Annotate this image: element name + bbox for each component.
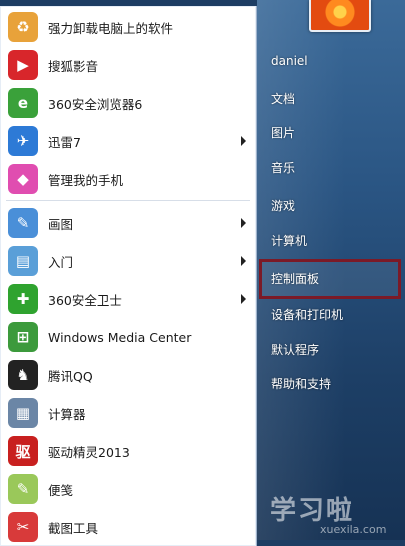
program-item[interactable]: ◆ 管理我的手机	[0, 160, 256, 198]
sohu-video-icon: ▶	[8, 50, 38, 80]
program-label: 入门	[48, 254, 74, 270]
program-item[interactable]: ✈ 迅雷7	[0, 122, 256, 160]
program-item[interactable]: e 360安全浏览器6	[0, 84, 256, 122]
watermark-main: 学习啦	[270, 496, 355, 526]
right-item[interactable]: 游戏	[271, 197, 295, 214]
right-item[interactable]: 计算机	[271, 232, 307, 249]
program-item[interactable]: ⊞ Windows Media Center	[0, 318, 256, 356]
xunlei-icon: ✈	[8, 126, 38, 156]
program-label: Windows Media Center	[48, 329, 192, 345]
program-list: ♻ 强力卸载电脑上的软件 ▶ 搜狐影音 e 360安全浏览器6 ✈ 迅雷7 ◆ 管理我的手机 ✎ 画图…	[0, 6, 257, 546]
divider	[6, 200, 250, 201]
snipping-tool-icon: ✂	[8, 512, 38, 542]
program-label: 驱动精灵2013	[48, 444, 130, 460]
right-item[interactable]: 文档	[271, 90, 295, 107]
media-center-icon: ⊞	[8, 322, 38, 352]
program-item[interactable]: 驱驱动精灵2013	[0, 432, 256, 470]
right-item[interactable]: 音乐	[271, 159, 295, 176]
sticky-notes-icon: ✎	[8, 474, 38, 504]
submenu-arrow-icon[interactable]	[241, 256, 246, 266]
program-item[interactable]: ▶ 搜狐影音	[0, 46, 256, 84]
uninstall-icon: ♻	[8, 12, 38, 42]
program-label: 腾讯QQ	[48, 368, 93, 384]
program-label: 强力卸载电脑上的软件	[48, 20, 174, 36]
getting-started-icon: ▤	[8, 246, 38, 276]
program-label: 便笺	[48, 482, 74, 498]
program-label: 画图	[48, 216, 74, 232]
program-item[interactable]: ✚ 360安全卫士	[0, 280, 256, 318]
submenu-arrow-icon[interactable]	[241, 136, 246, 146]
user-avatar[interactable]	[309, 0, 371, 32]
right-item[interactable]: 图片	[271, 124, 295, 141]
right-item[interactable]: 默认程序	[271, 341, 319, 358]
right-item[interactable]: 设备和打印机	[271, 306, 343, 323]
right-item[interactable]: daniel	[271, 54, 308, 68]
program-label: 360安全卫士	[48, 292, 122, 308]
program-label: 截图工具	[48, 520, 99, 536]
program-label: 360安全浏览器6	[48, 96, 143, 112]
360-guard-icon: ✚	[8, 284, 38, 314]
program-item[interactable]: ♻ 强力卸载电脑上的软件	[0, 8, 256, 46]
calculator-icon: ▦	[8, 398, 38, 428]
program-item[interactable]: ✎ 便笺	[0, 470, 256, 508]
right-item[interactable]: 帮助和支持	[271, 375, 331, 392]
program-label: 管理我的手机	[48, 172, 124, 188]
360-browser-icon: e	[8, 88, 38, 118]
program-item[interactable]: ✂ 截图工具	[0, 508, 256, 546]
submenu-arrow-icon[interactable]	[241, 294, 246, 304]
qq-icon: ♞	[8, 360, 38, 390]
phone-manager-icon: ◆	[8, 164, 38, 194]
control-panel-highlight	[259, 259, 401, 299]
watermark: 学习啦 xuexila.com	[270, 490, 386, 536]
program-label: 迅雷7	[48, 134, 81, 150]
driver-genius-icon: 驱	[8, 436, 38, 466]
program-item[interactable]: ♞ 腾讯QQ	[0, 356, 256, 394]
submenu-arrow-icon[interactable]	[241, 218, 246, 228]
program-item[interactable]: ▤ 入门	[0, 242, 256, 280]
program-label: 搜狐影音	[48, 58, 99, 74]
program-item[interactable]: ▦ 计算器	[0, 394, 256, 432]
program-item[interactable]: ✎ 画图	[0, 204, 256, 242]
program-label: 计算器	[48, 406, 86, 422]
paint-icon: ✎	[8, 208, 38, 238]
watermark-sub: xuexila.com	[320, 523, 387, 536]
